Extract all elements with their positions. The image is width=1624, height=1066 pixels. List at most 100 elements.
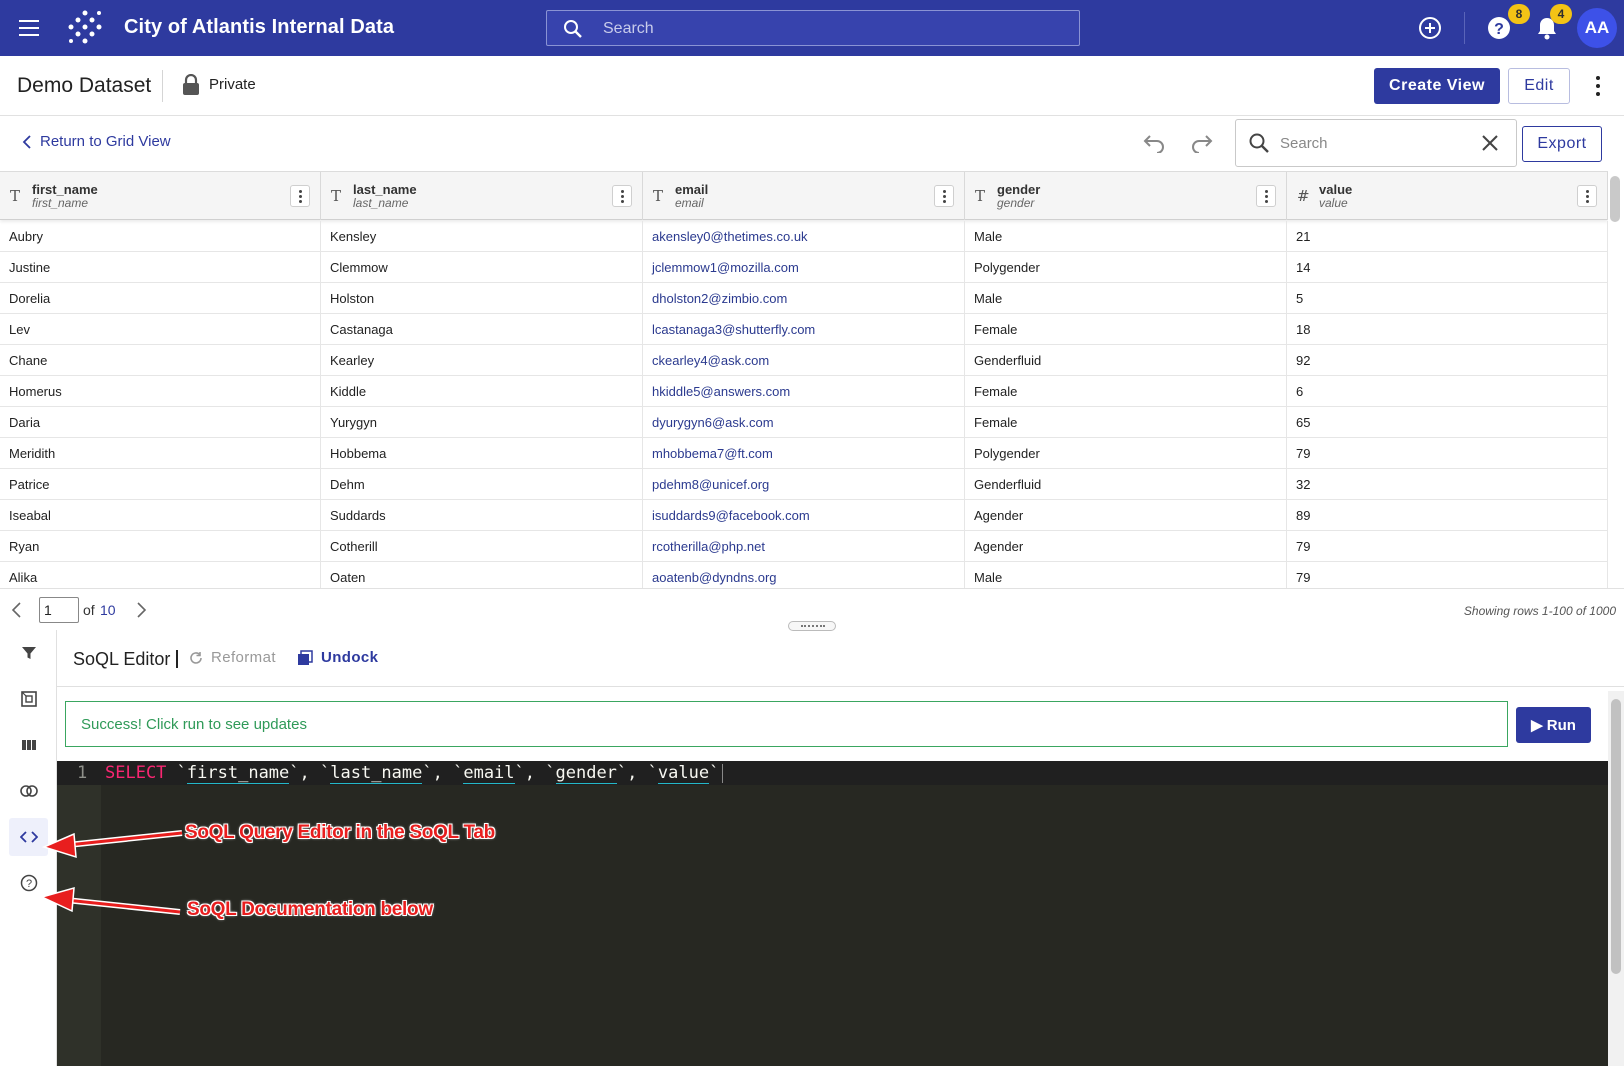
return-label: Return to Grid View bbox=[40, 133, 171, 150]
table-row[interactable]: Dorelia Holston dholston2@zimbio.com Male 5 bbox=[0, 283, 1608, 314]
menu-icon[interactable] bbox=[16, 14, 42, 42]
cell-email[interactable]: mhobbema7@ft.com bbox=[643, 438, 965, 469]
cell-gender: Agender bbox=[965, 531, 1287, 562]
join-icon[interactable] bbox=[9, 772, 48, 810]
table-row[interactable]: Ryan Cotherill rcotherilla@php.net Agender 7… bbox=[0, 531, 1608, 562]
undo-icon[interactable] bbox=[1142, 133, 1166, 153]
cell-email[interactable]: aoatenb@dyndns.org bbox=[643, 562, 965, 588]
table-row[interactable]: Alika Oaten aoatenb@dyndns.org Male 79 bbox=[0, 562, 1608, 588]
cell-email[interactable]: rcotherilla@php.net bbox=[643, 531, 965, 562]
editor-title: SoQL Editor bbox=[73, 649, 171, 669]
cell-email[interactable]: hkiddle5@answers.com bbox=[643, 376, 965, 407]
table-row[interactable]: Justine Clemmow jclemmow1@mozilla.com Polyg… bbox=[0, 252, 1608, 283]
cell-value: 79 bbox=[1287, 438, 1608, 469]
column-name: value bbox=[1319, 182, 1353, 197]
search-icon bbox=[1249, 133, 1269, 153]
chevron-left-icon[interactable] bbox=[10, 601, 24, 619]
column-menu-icon[interactable] bbox=[290, 185, 310, 207]
line-number: 1 bbox=[77, 763, 88, 783]
top-app-bar: City of Atlantis Internal Data Search ? … bbox=[0, 0, 1624, 56]
code-icon[interactable] bbox=[9, 818, 48, 856]
group-icon[interactable] bbox=[9, 680, 48, 718]
table-row[interactable]: Iseabal Suddards isuddards9@facebook.com Ag… bbox=[0, 500, 1608, 531]
success-message-text: Success! Click run to see updates bbox=[81, 716, 307, 733]
export-button[interactable]: Export bbox=[1522, 126, 1602, 162]
grid-search-input[interactable]: Search bbox=[1235, 119, 1517, 167]
cell-value: 89 bbox=[1287, 500, 1608, 531]
editor-scrollbar[interactable] bbox=[1608, 691, 1624, 1066]
cell-first_name: Patrice bbox=[0, 469, 321, 500]
cell-email[interactable]: ckearley4@ask.com bbox=[643, 345, 965, 376]
column-menu-icon[interactable] bbox=[1256, 185, 1276, 207]
add-circle-icon[interactable] bbox=[1417, 15, 1443, 41]
header-divider bbox=[162, 70, 163, 102]
help-icon[interactable]: ? bbox=[1486, 15, 1512, 41]
avatar[interactable]: AA bbox=[1577, 8, 1617, 48]
table-row[interactable]: Patrice Dehm pdehm8@unicef.org Genderfluid 3… bbox=[0, 469, 1608, 500]
visibility-label: Private bbox=[209, 76, 256, 93]
number-type-icon: # bbox=[1297, 187, 1310, 205]
cell-value: 14 bbox=[1287, 252, 1608, 283]
edit-button[interactable]: Edit bbox=[1508, 68, 1570, 104]
table-row[interactable]: Aubry Kensley akensley0@thetimes.co.uk Male… bbox=[0, 221, 1608, 252]
sql-field: gender bbox=[555, 763, 617, 784]
column-header-first_name[interactable]: Tfirst_name first_name bbox=[0, 172, 321, 220]
filter-icon[interactable] bbox=[9, 634, 48, 672]
svg-text:?: ? bbox=[1494, 21, 1504, 38]
cell-email[interactable]: akensley0@thetimes.co.uk bbox=[643, 221, 965, 252]
column-header-last_name[interactable]: Tlast_name last_name bbox=[321, 172, 643, 220]
table-row[interactable]: Daria Yurygyn dyurygyn6@ask.com Female 65 bbox=[0, 407, 1608, 438]
grid-scrollbar[interactable] bbox=[1610, 176, 1620, 222]
undock-button[interactable]: Undock bbox=[297, 649, 378, 666]
global-search-input[interactable]: Search bbox=[546, 10, 1080, 46]
column-menu-icon[interactable] bbox=[934, 185, 954, 207]
cell-email[interactable]: lcastanaga3@shutterfly.com bbox=[643, 314, 965, 345]
soql-editor-header: SoQL Editor Reformat Undock bbox=[57, 630, 1624, 687]
success-message: Success! Click run to see updates bbox=[65, 701, 1508, 747]
return-to-grid-link[interactable]: Return to Grid View bbox=[22, 133, 171, 150]
table-row[interactable]: Homerus Kiddle hkiddle5@answers.com Female 6 bbox=[0, 376, 1608, 407]
more-options-icon[interactable] bbox=[1593, 76, 1603, 96]
cell-first_name: Justine bbox=[0, 252, 321, 283]
redo-icon[interactable] bbox=[1190, 133, 1214, 153]
cell-gender: Female bbox=[965, 376, 1287, 407]
chevron-right-icon[interactable] bbox=[134, 601, 148, 619]
column-field-name: email bbox=[675, 196, 704, 210]
cell-first_name: Alika bbox=[0, 562, 321, 588]
cell-email[interactable]: jclemmow1@mozilla.com bbox=[643, 252, 965, 283]
column-header-value[interactable]: # value value bbox=[1287, 172, 1608, 220]
cell-gender: Female bbox=[965, 314, 1287, 345]
run-button[interactable]: ▶ Run bbox=[1516, 707, 1591, 743]
notifications-badge: 4 bbox=[1550, 4, 1572, 24]
reformat-button[interactable]: Reformat bbox=[189, 649, 276, 666]
refresh-icon bbox=[190, 651, 202, 664]
cell-value: 92 bbox=[1287, 345, 1608, 376]
columns-icon[interactable] bbox=[9, 726, 48, 764]
column-menu-icon[interactable] bbox=[1577, 185, 1597, 207]
table-row[interactable]: Meridith Hobbema mhobbema7@ft.com Polygende… bbox=[0, 438, 1608, 469]
help-circle-icon[interactable]: ? bbox=[9, 864, 48, 902]
logo-icon bbox=[68, 10, 102, 44]
cell-value: 65 bbox=[1287, 407, 1608, 438]
cell-gender: Polygender bbox=[965, 438, 1287, 469]
table-row[interactable]: Lev Castanaga lcastanaga3@shutterfly.com Fe… bbox=[0, 314, 1608, 345]
column-header-gender[interactable]: Tgender gender bbox=[965, 172, 1287, 220]
create-view-button[interactable]: Create View bbox=[1374, 68, 1500, 104]
table-row[interactable]: Chane Kearley ckearley4@ask.com Genderfluid… bbox=[0, 345, 1608, 376]
close-icon[interactable] bbox=[1480, 133, 1500, 153]
cell-last_name: Kensley bbox=[321, 221, 643, 252]
cell-email[interactable]: dyurygyn6@ask.com bbox=[643, 407, 965, 438]
page-number-input[interactable]: 1 bbox=[39, 597, 79, 623]
cell-gender: Genderfluid bbox=[965, 345, 1287, 376]
column-menu-icon[interactable] bbox=[612, 185, 632, 207]
code-line[interactable]: SELECT `first_name`, `last_name`, `email… bbox=[105, 763, 724, 784]
cell-email[interactable]: isuddards9@facebook.com bbox=[643, 500, 965, 531]
grid-toolbar: Return to Grid View Search Export bbox=[0, 117, 1624, 171]
cell-email[interactable]: pdehm8@unicef.org bbox=[643, 469, 965, 500]
column-header-email[interactable]: Temail email bbox=[643, 172, 965, 220]
help-badge: 8 bbox=[1508, 4, 1530, 24]
cell-first_name: Meridith bbox=[0, 438, 321, 469]
editor-gutter bbox=[57, 761, 101, 1066]
cell-email[interactable]: dholston2@zimbio.com bbox=[643, 283, 965, 314]
cell-last_name: Clemmow bbox=[321, 252, 643, 283]
